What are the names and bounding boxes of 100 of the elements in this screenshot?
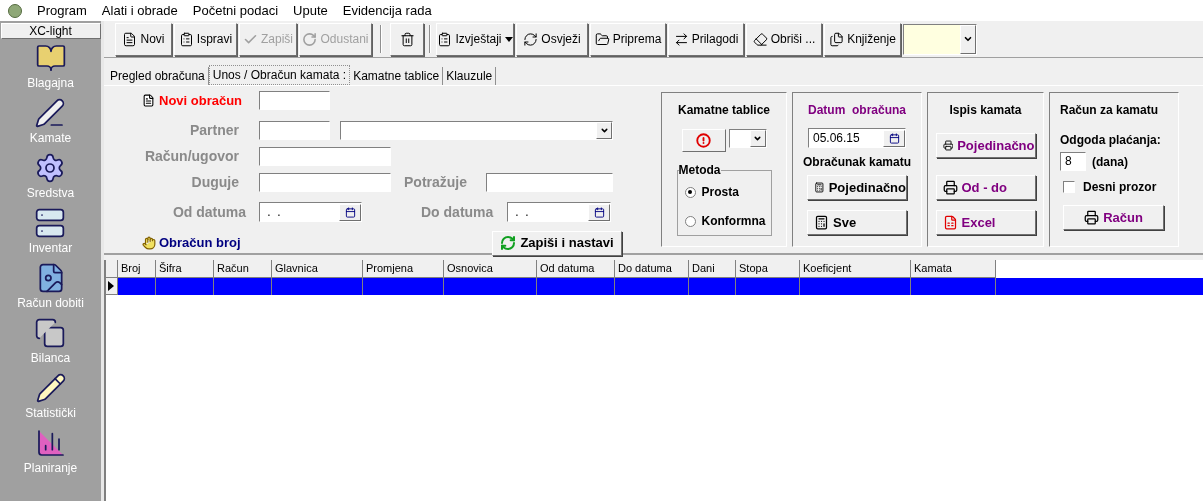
- caret-icon: [753, 134, 762, 143]
- export-icon: [942, 215, 958, 230]
- printer-icon: [942, 138, 954, 153]
- refresh-icon: [500, 235, 517, 251]
- module-icon[interactable]: [34, 207, 67, 239]
- calculate-button[interactable]: Sve: [807, 210, 907, 235]
- tab[interactable]: Pregled obračuna: [107, 67, 209, 85]
- toolbar-button[interactable]: Obriši ...: [746, 22, 822, 56]
- menu-item[interactable]: Evidencija rada: [342, 0, 432, 21]
- column-header[interactable]: Broj: [118, 260, 156, 278]
- print-button[interactable]: Pojedinačno: [935, 133, 1036, 158]
- calendar-icon[interactable]: [339, 203, 361, 221]
- calculation-number-label: Obračun broj: [159, 234, 241, 253]
- toolbar-button[interactable]: Ispravi: [174, 22, 237, 56]
- toolbar-button[interactable]: Priprema: [590, 22, 666, 56]
- invoice-button[interactable]: Račun: [1063, 205, 1164, 230]
- date-from-label: Od datuma: [172, 202, 246, 222]
- printer-icon: [1084, 210, 1100, 225]
- toolbar-button[interactable]: Prilagodi: [668, 22, 744, 56]
- caret-icon: [599, 126, 609, 135]
- column-header[interactable]: Glavnica: [272, 260, 363, 278]
- partner-select[interactable]: [340, 121, 613, 140]
- module-icon[interactable]: [34, 97, 67, 129]
- new-calculation-label: Novi obračun: [159, 91, 243, 110]
- calculate-button[interactable]: Pojedinačno: [807, 175, 907, 200]
- days-label: (dana): [1092, 153, 1128, 171]
- combo-box[interactable]: [903, 23, 977, 55]
- menu-item[interactable]: Alati i obrade: [101, 0, 178, 21]
- toolbar-icon: [523, 31, 539, 47]
- delay-input[interactable]: 8: [1060, 152, 1086, 171]
- group-title: Metoda: [678, 163, 721, 177]
- pointing-hand-icon: [142, 236, 156, 250]
- panel-title: Kamatne tablice: [677, 102, 770, 119]
- account-input[interactable]: [259, 147, 391, 166]
- calculation-date-field[interactable]: 05.06.15: [808, 128, 906, 148]
- trash-icon: [399, 31, 415, 47]
- calculator-icon: [814, 180, 825, 195]
- column-header[interactable]: Osnovica: [444, 260, 537, 278]
- new-document-icon: [142, 94, 155, 107]
- radio-label[interactable]: Prosta: [701, 183, 739, 201]
- column-header[interactable]: Do datuma: [615, 260, 689, 278]
- menu-item[interactable]: Program: [37, 0, 87, 21]
- print-button[interactable]: Od - do: [935, 175, 1036, 200]
- module-icon[interactable]: [34, 317, 67, 349]
- dropdown-button[interactable]: Izvještaji: [436, 22, 514, 56]
- radio-label[interactable]: Konformna: [701, 212, 766, 230]
- date-to-field[interactable]: . .: [507, 202, 611, 222]
- menu-item[interactable]: Početni podaci: [192, 0, 279, 21]
- column-header[interactable]: Šifra: [156, 260, 214, 278]
- caret-icon: [963, 34, 973, 44]
- credit-label: Potražuje: [404, 173, 468, 192]
- radio-button[interactable]: [684, 186, 696, 198]
- sidebar-title[interactable]: XC-light: [0, 23, 101, 39]
- account-label: Račun/ugovor: [144, 147, 239, 166]
- tab[interactable]: Unos / Obračun kamata :: [208, 65, 351, 85]
- save-continue-button[interactable]: Zapiši i nastavi: [492, 230, 622, 256]
- section-title: Obračunak kamatu: [802, 154, 911, 171]
- column-header[interactable]: Stopa: [736, 260, 800, 278]
- column-header[interactable]: Koeficjent: [800, 260, 911, 278]
- alert-icon: [696, 133, 711, 148]
- module-icon[interactable]: [34, 42, 67, 74]
- reload-button[interactable]: [681, 129, 726, 152]
- partner-label: Partner: [189, 121, 239, 140]
- printer-icon: [942, 180, 958, 195]
- module-icon[interactable]: [34, 372, 67, 404]
- column-header[interactable]: Od datuma: [537, 260, 615, 278]
- calculation-input[interactable]: [259, 91, 330, 110]
- row-indicator[interactable]: [106, 278, 118, 295]
- calendar-icon[interactable]: [588, 203, 610, 221]
- column-header[interactable]: Promjena: [363, 260, 444, 278]
- toolbar-button[interactable]: Novi: [115, 22, 172, 56]
- calculator-icon: [814, 215, 829, 230]
- date-from-field[interactable]: . .: [259, 202, 362, 222]
- toolbar-icon: [437, 31, 453, 47]
- radio-button[interactable]: [684, 215, 696, 227]
- date-to-label: Do datuma: [421, 202, 495, 222]
- print-button[interactable]: Excel: [935, 210, 1036, 235]
- toolbar-icon: [178, 31, 194, 47]
- toolbar-icon: [122, 31, 138, 47]
- credit-input[interactable]: [486, 173, 613, 192]
- delete-button[interactable]: [390, 22, 424, 56]
- partner-code-input[interactable]: [259, 121, 330, 140]
- toolbar-button[interactable]: Osvježi: [516, 22, 588, 56]
- checkbox[interactable]: [1063, 181, 1075, 193]
- table-select[interactable]: [728, 129, 767, 148]
- column-header[interactable]: Dani: [689, 260, 736, 278]
- debit-input[interactable]: [259, 173, 391, 192]
- toolbar-icon: [594, 31, 610, 47]
- toolbar-icon: [829, 31, 845, 47]
- menu-item[interactable]: Upute: [293, 0, 328, 21]
- column-header[interactable]: Račun: [214, 260, 272, 278]
- toolbar-button[interactable]: Knjiženje: [824, 22, 901, 56]
- toolbar-icon: [302, 31, 318, 47]
- panel-title: Ispis kamata: [949, 102, 1022, 119]
- panel-title: Račun za kamatu: [1060, 102, 1160, 119]
- checkbox-label[interactable]: Desni prozor: [1083, 178, 1157, 196]
- column-header[interactable]: Kamata: [911, 260, 996, 278]
- calendar-icon[interactable]: [883, 129, 905, 147]
- delay-label: Odgoda plaćanja:: [1060, 132, 1162, 149]
- toolbar-icon: [673, 31, 689, 47]
